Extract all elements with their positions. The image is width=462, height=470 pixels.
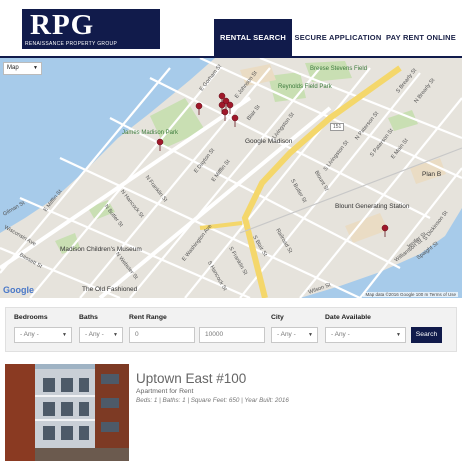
map-pin (221, 108, 229, 122)
bedrooms-select[interactable]: - Any - ▼ (14, 327, 72, 343)
map-attribution[interactable]: Map data ©2016 Google 100 m Terms of Use (363, 292, 458, 297)
date-available-select[interactable]: - Any - ▼ (325, 327, 406, 343)
map-pin (195, 102, 203, 116)
chevron-down-icon: ▼ (396, 332, 401, 338)
nav-rental-search[interactable]: RENTAL SEARCH (214, 19, 292, 56)
listing-details: Beds: 1 | Baths: 1 | Square Feet: 650 | … (136, 397, 289, 404)
map-pin (381, 224, 389, 238)
chevron-down-icon: ▼ (62, 332, 67, 338)
bedrooms-label: Bedrooms (14, 314, 48, 321)
rental-map[interactable]: Map ▼ E Gorham St E Johnson St Blair St … (0, 58, 462, 298)
city-value: - Any - (277, 331, 296, 338)
baths-value: - Any - (85, 331, 104, 338)
map-pin (156, 138, 164, 152)
listing-title[interactable]: Uptown East #100 (136, 371, 246, 386)
city-select[interactable]: - Any - ▼ (271, 327, 318, 343)
baths-label: Baths (79, 314, 98, 321)
logo-subtitle: RENAISSANCE PROPERTY GROUP (25, 41, 118, 47)
map-pin (231, 114, 239, 128)
nav-pay-rent-online[interactable]: PAY RENT ONLINE (384, 19, 458, 56)
building-image (5, 364, 129, 461)
chevron-down-icon: ▼ (113, 332, 118, 338)
nav-secure-application[interactable]: SECURE APPLICATION (292, 19, 384, 56)
rent-range-label: Rent Range (129, 314, 167, 321)
site-header: RPG RENAISSANCE PROPERTY GROUP RENTAL SE… (0, 0, 462, 56)
chevron-down-icon: ▼ (308, 332, 313, 338)
rent-max-input[interactable]: 10000 (199, 327, 265, 343)
listing-card[interactable]: Uptown East #100 Apartment for Rent Beds… (5, 364, 457, 464)
date-available-label: Date Available (325, 314, 371, 321)
search-filters: Bedrooms - Any - ▼ Baths - Any - ▼ Rent … (5, 307, 457, 352)
pin-layer (156, 92, 389, 238)
google-logo[interactable]: Google (3, 285, 34, 295)
city-label: City (271, 314, 284, 321)
bedrooms-value: - Any - (20, 331, 39, 338)
rent-min-input[interactable]: 0 (129, 327, 195, 343)
logo-title: RPG (30, 9, 95, 41)
rpg-logo[interactable]: RPG RENAISSANCE PROPERTY GROUP (22, 9, 160, 49)
listing-type: Apartment for Rent (136, 388, 194, 395)
main-nav: RENTAL SEARCH SECURE APPLICATION PAY REN… (214, 19, 458, 56)
search-button[interactable]: Search (411, 327, 442, 343)
date-available-value: - Any - (331, 331, 350, 338)
baths-select[interactable]: - Any - ▼ (79, 327, 123, 343)
listing-photo[interactable] (5, 364, 129, 461)
